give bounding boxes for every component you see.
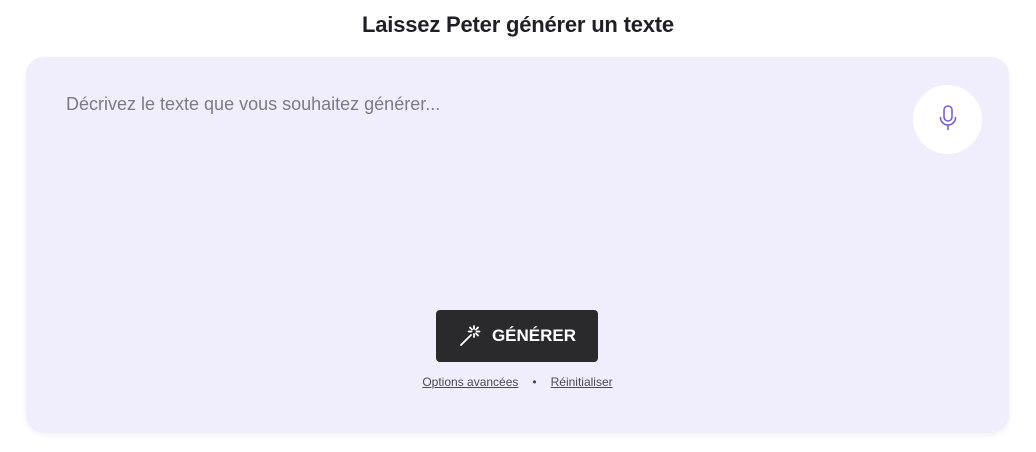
link-separator: • [532,375,537,389]
microphone-icon [938,104,958,135]
reset-link[interactable]: Réinitialiser [551,375,613,389]
prompt-input[interactable] [66,91,896,291]
microphone-button[interactable] [913,85,982,154]
generate-button[interactable]: GÉNÉRER [436,310,598,362]
text-generator-card: GÉNÉRER Options avancées • Réinitialiser [26,57,1009,433]
page-title: Laissez Peter générer un texte [362,12,674,37]
secondary-links: Options avancées • Réinitialiser [26,375,1009,389]
magic-wand-icon [458,324,482,348]
generate-button-label: GÉNÉRER [491,326,577,345]
advanced-options-link[interactable]: Options avancées [422,375,518,389]
